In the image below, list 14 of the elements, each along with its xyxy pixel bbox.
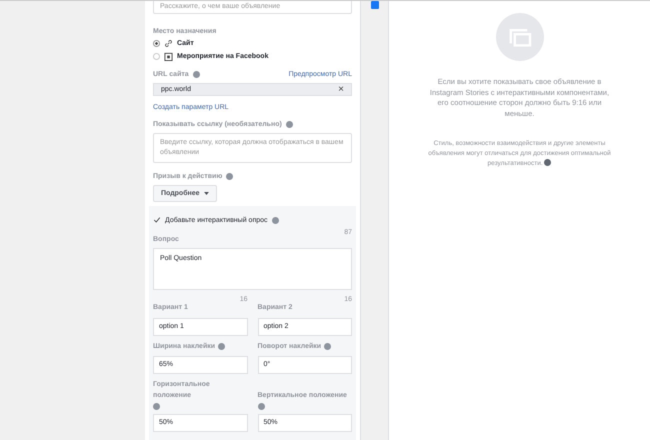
info-icon <box>192 71 200 78</box>
calendar-icon <box>164 52 173 62</box>
image-placeholder-icon <box>496 13 544 61</box>
clear-icon[interactable]: × <box>338 84 344 96</box>
info-icon <box>286 121 293 128</box>
info-icon <box>226 173 234 180</box>
info-icon <box>272 216 279 224</box>
radio-button[interactable] <box>153 53 160 60</box>
info-icon <box>544 159 552 166</box>
caret-icon <box>204 192 208 195</box>
square-icon <box>371 1 379 9</box>
link-icon <box>164 39 173 48</box>
radio-button[interactable] <box>153 40 160 48</box>
checkbox[interactable] <box>153 216 161 224</box>
